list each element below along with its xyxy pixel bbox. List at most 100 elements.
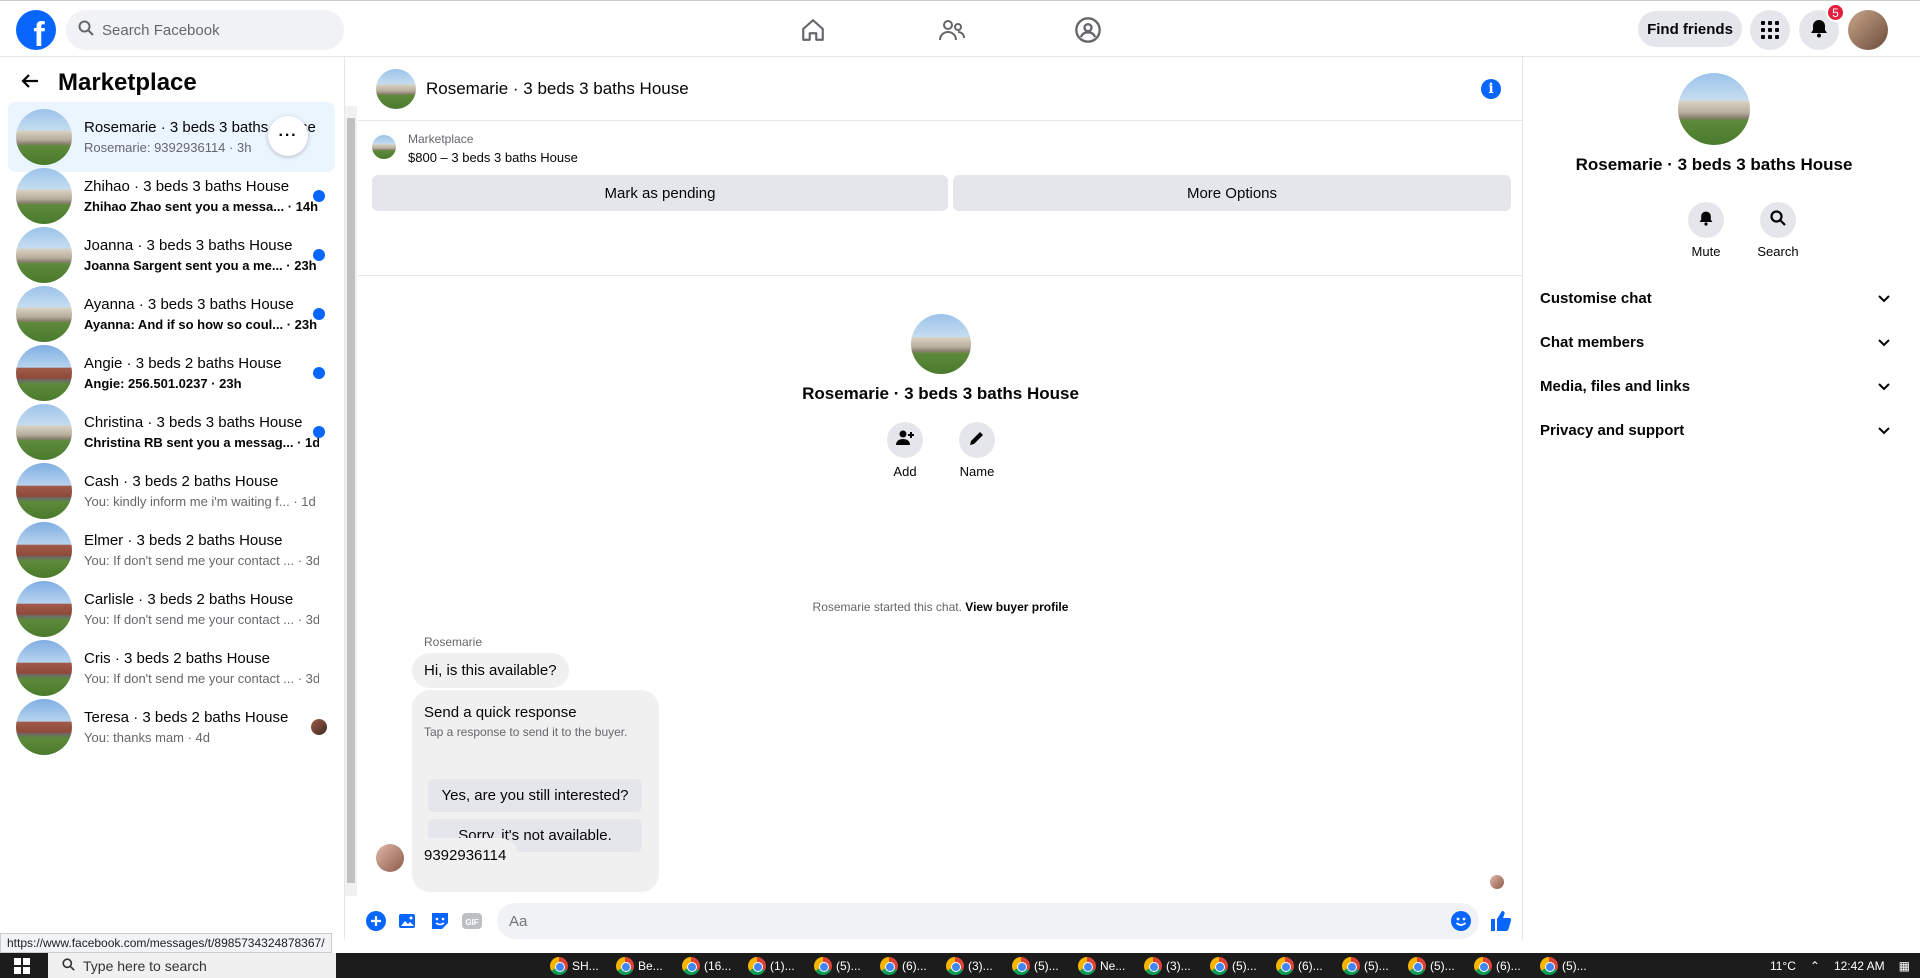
taskbar-app[interactable]: (6)... <box>1474 953 1521 978</box>
unread-dot <box>313 426 325 438</box>
system-tray: 11°C ⌃ 12:42 AM ▦ <box>1770 953 1910 978</box>
plus-circle-icon[interactable] <box>366 911 386 931</box>
edit-name-button[interactable]: Name <box>947 422 1007 479</box>
add-people-button[interactable]: Add <box>875 422 935 479</box>
taskbar-app[interactable]: Ne... <box>1078 953 1125 978</box>
taskbar-app[interactable]: (5)... <box>1540 953 1587 978</box>
taskbar-app[interactable]: (5)... <box>1342 953 1389 978</box>
conversation-avatar <box>16 404 72 460</box>
section-privacy-support[interactable]: Privacy and support <box>1540 410 1890 450</box>
chat-details-panel: Rosemarie · 3 beds 3 baths House Mute Se… <box>1524 57 1920 940</box>
conversation-title: Teresa · 3 beds 2 baths House <box>84 709 289 726</box>
search-icon <box>78 20 94 41</box>
chrome-icon <box>946 956 964 975</box>
message-input-container[interactable] <box>497 903 1479 939</box>
taskbar-app[interactable]: (5)... <box>1408 953 1455 978</box>
taskbar-app[interactable]: (6)... <box>880 953 927 978</box>
taskbar-app[interactable]: (5)... <box>1012 953 1059 978</box>
conversation-avatar <box>16 640 72 696</box>
intro-avatar <box>910 314 971 374</box>
notification-center-icon[interactable]: ▦ <box>1899 959 1910 973</box>
chrome-icon <box>682 956 700 975</box>
taskbar-app[interactable]: (5)... <box>1210 953 1257 978</box>
details-name: Rosemarie · 3 beds 3 baths House <box>1575 155 1853 174</box>
search-icon <box>1770 209 1786 231</box>
search-box[interactable] <box>66 10 344 50</box>
details-avatar[interactable] <box>1678 73 1750 145</box>
more-options-icon[interactable]: ··· <box>268 116 308 156</box>
search-input[interactable] <box>102 21 322 39</box>
taskbar-app[interactable]: (6)... <box>1276 953 1323 978</box>
account-avatar[interactable] <box>1848 10 1888 50</box>
more-options-button[interactable]: More Options <box>953 175 1511 211</box>
gif-icon[interactable]: GIF <box>462 911 482 931</box>
started-text: Rosemarie started this chat. <box>812 600 962 614</box>
message-bubble[interactable]: Hi, is this available? <box>412 653 569 688</box>
taskbar-app[interactable]: SH... <box>550 953 599 978</box>
taskbar-app[interactable]: (5)... <box>814 953 861 978</box>
conversation-preview: You: If don't send me your contact ... ·… <box>84 671 319 686</box>
seen-avatar <box>311 719 327 735</box>
home-icon[interactable] <box>793 13 833 47</box>
sticker-icon[interactable] <box>430 911 450 931</box>
emoji-icon[interactable] <box>1451 911 1471 936</box>
taskbar-app[interactable]: (1)... <box>748 953 795 978</box>
view-buyer-profile-link[interactable]: View buyer profile <box>965 600 1068 614</box>
chevron-down-icon <box>1878 290 1890 307</box>
message-bubble[interactable]: 9392936114 <box>412 838 519 873</box>
chat-avatar[interactable] <box>376 68 416 109</box>
chrome-icon <box>748 956 766 975</box>
photo-icon[interactable] <box>398 911 418 931</box>
taskbar-app[interactable]: (3)... <box>946 953 993 978</box>
search-label: Search <box>1757 244 1799 259</box>
message-input[interactable] <box>509 912 1409 930</box>
tray-chevron-icon[interactable]: ⌃ <box>1810 959 1820 973</box>
menu-grid-icon[interactable] <box>1750 10 1790 50</box>
section-chat-members[interactable]: Chat members <box>1540 322 1890 362</box>
back-arrow-icon[interactable] <box>20 71 40 96</box>
intro-name: Rosemarie · 3 beds 3 baths House <box>802 384 1079 403</box>
clock[interactable]: 12:42 AM <box>1834 959 1885 973</box>
mark-as-pending-button[interactable]: Mark as pending <box>372 175 948 211</box>
section-customise-chat[interactable]: Customise chat <box>1540 278 1890 318</box>
chrome-icon <box>1540 956 1558 975</box>
unread-dot <box>313 308 325 320</box>
sender-avatar[interactable] <box>376 844 404 872</box>
friends-icon[interactable] <box>932 13 972 47</box>
bell-icon <box>1698 210 1714 231</box>
quick-response-yes-button[interactable]: Yes, are you still interested? <box>428 779 642 812</box>
chevron-down-icon <box>1878 422 1890 439</box>
marketplace-label: Marketplace <box>408 132 474 146</box>
notifications-button[interactable]: 5 <box>1799 3 1845 50</box>
temperature[interactable]: 11°C <box>1770 959 1796 973</box>
thumbs-up-icon[interactable] <box>1489 909 1513 933</box>
bell-icon <box>1809 18 1829 43</box>
chat-title[interactable]: Rosemarie · 3 beds 3 baths House <box>426 79 689 99</box>
conversation-title: Carlisle · 3 beds 2 baths House <box>84 591 294 608</box>
details-profile: Rosemarie · 3 beds 3 baths House <box>1524 73 1904 175</box>
sender-name: Rosemarie <box>424 635 483 649</box>
taskbar-search[interactable]: Type here to search <box>48 953 336 978</box>
find-friends-button[interactable]: Find friends <box>1638 11 1742 47</box>
conversation-preview: Zhihao Zhao sent you a messa... · 14h <box>84 199 319 214</box>
taskbar-app[interactable]: (16... <box>682 953 731 978</box>
listing-thumbnail[interactable] <box>372 135 396 159</box>
conversation-preview: You: If don't send me your contact ... ·… <box>84 612 319 627</box>
windows-start-icon[interactable] <box>14 958 30 978</box>
groups-icon[interactable] <box>1068 13 1108 47</box>
section-media-files-links[interactable]: Media, files and links <box>1540 366 1890 406</box>
chrome-icon <box>1144 956 1162 975</box>
seen-indicator-avatar <box>1490 875 1504 889</box>
listing-price[interactable]: $800 – 3 beds 3 baths House <box>408 150 578 165</box>
conversation-avatar <box>16 522 72 578</box>
facebook-logo[interactable]: f <box>16 10 56 50</box>
scrollbar-thumb[interactable] <box>347 118 355 883</box>
taskbar-app[interactable]: (3)... <box>1144 953 1191 978</box>
info-icon[interactable]: i <box>1481 79 1501 99</box>
conversation-item[interactable]: Teresa · 3 beds 2 baths House You: thanks… <box>8 692 335 762</box>
taskbar-app[interactable]: Be... <box>616 953 663 978</box>
mute-button[interactable]: Mute <box>1676 202 1736 259</box>
chevron-down-icon <box>1878 378 1890 395</box>
search-in-chat-button[interactable]: Search <box>1748 202 1808 259</box>
sidebar-scrollbar[interactable] <box>345 106 357 896</box>
